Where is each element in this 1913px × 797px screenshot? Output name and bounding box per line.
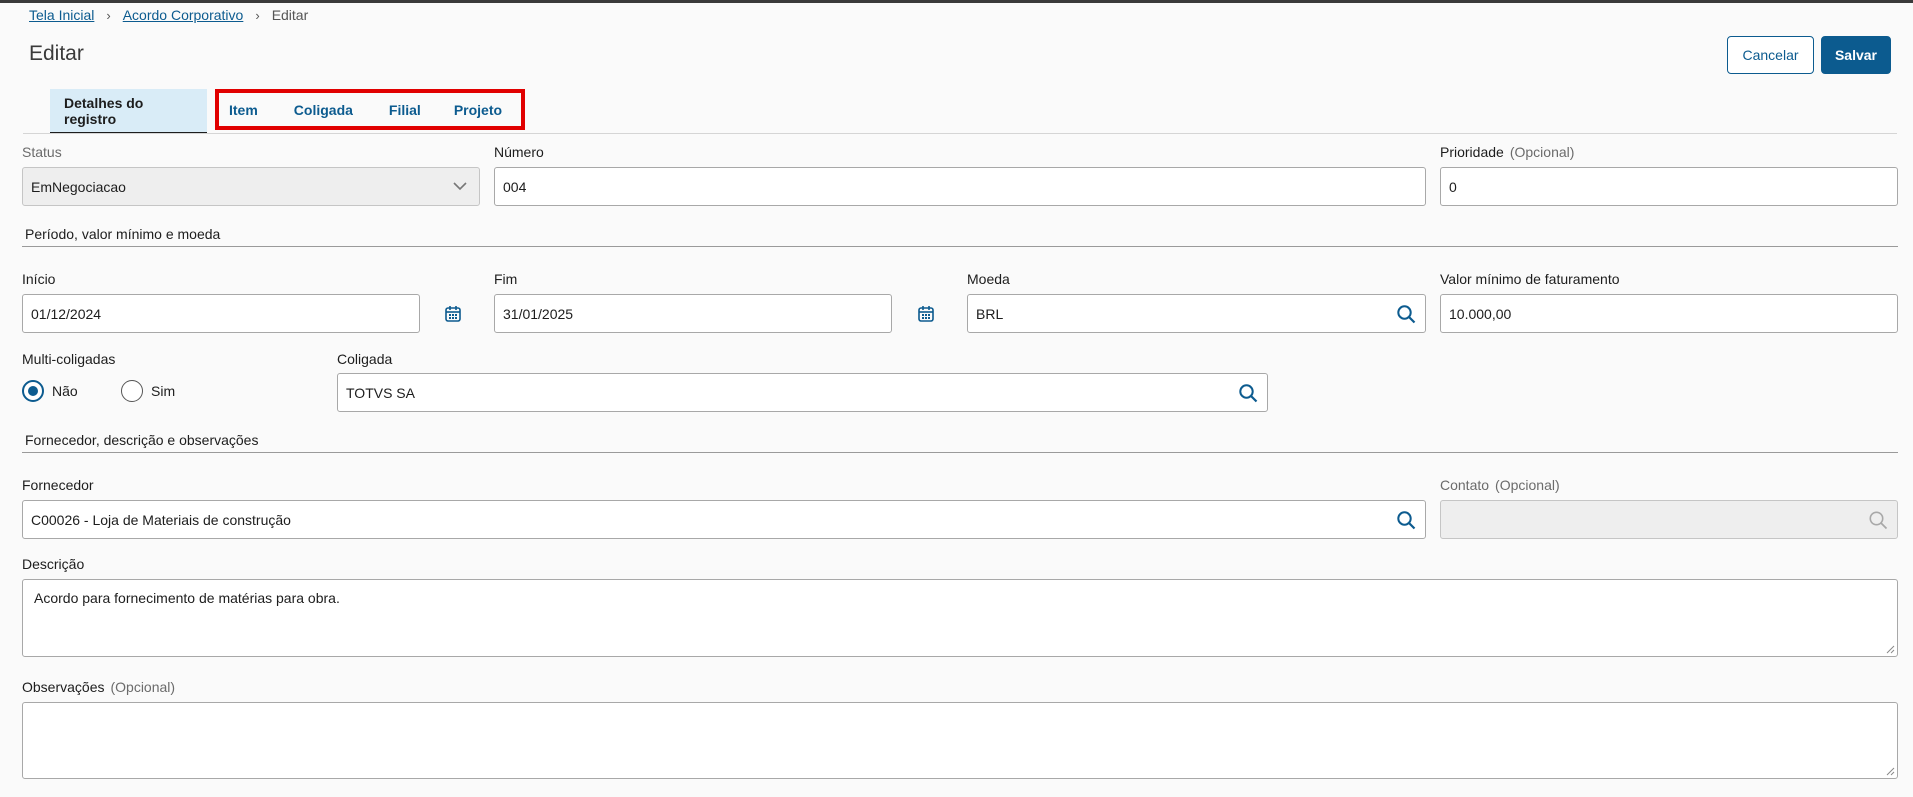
radio-unchecked-indicator — [121, 380, 143, 402]
resize-handle-icon[interactable] — [1886, 645, 1895, 654]
radio-nao-label: Não — [52, 383, 78, 399]
coligada-label: Coligada — [337, 351, 393, 367]
radio-sim[interactable]: Sim — [121, 380, 175, 402]
fim-label: Fim — [494, 271, 518, 287]
valor-minimo-value: 10.000,00 — [1449, 305, 1512, 322]
search-icon[interactable] — [1395, 509, 1417, 531]
descricao-value: Acordo para fornecimento de matérias par… — [34, 590, 340, 606]
breadcrumb-parent-link[interactable]: Acordo Corporativo — [123, 7, 244, 23]
tab-item[interactable]: Item — [229, 93, 258, 126]
descricao-label: Descrição — [22, 556, 85, 572]
optional-tag: (Opcional) — [110, 679, 176, 695]
valor-minimo-label: Valor mínimo de faturamento — [1440, 271, 1620, 287]
status-value: EmNegociacao — [31, 178, 126, 195]
contato-lookup-input[interactable] — [1440, 500, 1898, 539]
tab-divider — [23, 133, 1897, 134]
inicio-label: Início — [22, 271, 56, 287]
resize-handle-icon[interactable] — [1886, 767, 1895, 776]
radio-nao[interactable]: Não — [22, 380, 78, 402]
tab-filial[interactable]: Filial — [389, 93, 421, 126]
highlighted-tabs-group: Item Coligada Filial Projeto — [215, 89, 525, 130]
descricao-textarea[interactable]: Acordo para fornecimento de matérias par… — [22, 579, 1898, 657]
save-button[interactable]: Salvar — [1821, 36, 1891, 74]
fornecedor-value: C00026 - Loja de Materiais de construção — [31, 511, 291, 528]
radio-sim-label: Sim — [151, 383, 176, 399]
section-title-periodo: Período, valor mínimo e moeda — [25, 226, 221, 242]
coligada-value: TOTVS SA — [346, 384, 415, 401]
section-divider — [22, 452, 1898, 453]
search-icon[interactable] — [1237, 382, 1259, 404]
search-icon[interactable] — [1395, 303, 1417, 325]
observacoes-textarea[interactable] — [22, 702, 1898, 779]
numero-value: 004 — [503, 178, 527, 195]
fim-date-input[interactable]: 31/01/2025 — [494, 294, 892, 333]
section-divider — [22, 246, 1898, 247]
observacoes-label: Observações (Opcional) — [22, 679, 176, 695]
numero-label: Número — [494, 144, 544, 160]
optional-tag: (Opcional) — [1495, 477, 1560, 493]
chevron-right-icon: › — [106, 7, 111, 23]
search-icon — [1867, 509, 1889, 531]
tab-bar: Detalhes do registro — [50, 89, 207, 134]
top-bar — [0, 0, 1913, 3]
chevron-down-icon — [449, 176, 471, 198]
prioridade-value: 0 — [1449, 178, 1457, 195]
status-label: Status — [22, 144, 62, 160]
breadcrumb: Tela Inicial › Acordo Corporativo › Edit… — [29, 7, 308, 23]
fornecedor-lookup-input[interactable]: C00026 - Loja de Materiais de construção — [22, 500, 1426, 539]
radio-checked-indicator — [22, 380, 44, 402]
cancel-button[interactable]: Cancelar — [1727, 36, 1814, 74]
calendar-icon[interactable] — [442, 303, 464, 325]
multi-coligadas-label: Multi-coligadas — [22, 351, 116, 367]
tab-coligada[interactable]: Coligada — [294, 93, 353, 126]
numero-input[interactable]: 004 — [494, 167, 1426, 206]
tab-detalhes-do-registro[interactable]: Detalhes do registro — [50, 89, 207, 134]
inicio-value: 01/12/2024 — [31, 305, 102, 322]
moeda-value: BRL — [976, 305, 1004, 322]
status-select[interactable]: EmNegociacao — [22, 167, 480, 206]
breadcrumb-current: Editar — [271, 7, 309, 23]
inicio-date-input[interactable]: 01/12/2024 — [22, 294, 420, 333]
optional-tag: (Opcional) — [1509, 144, 1575, 160]
tab-projeto[interactable]: Projeto — [454, 93, 502, 126]
calendar-icon[interactable] — [915, 303, 937, 325]
moeda-lookup-input[interactable]: BRL — [967, 294, 1426, 333]
valor-minimo-input[interactable]: 10.000,00 — [1440, 294, 1898, 333]
section-title-fornecedor: Fornecedor, descrição e observações — [25, 432, 259, 448]
contato-label: Contato (Opcional) — [1440, 477, 1560, 493]
prioridade-label: Prioridade (Opcional) — [1440, 144, 1575, 160]
page-title: Editar — [29, 42, 84, 65]
breadcrumb-home-link[interactable]: Tela Inicial — [29, 7, 94, 23]
chevron-right-icon: › — [255, 7, 260, 23]
moeda-label: Moeda — [967, 271, 1010, 287]
prioridade-input[interactable]: 0 — [1440, 167, 1898, 206]
coligada-lookup-input[interactable]: TOTVS SA — [337, 373, 1268, 412]
fornecedor-label: Fornecedor — [22, 477, 94, 493]
fim-value: 31/01/2025 — [503, 305, 574, 322]
